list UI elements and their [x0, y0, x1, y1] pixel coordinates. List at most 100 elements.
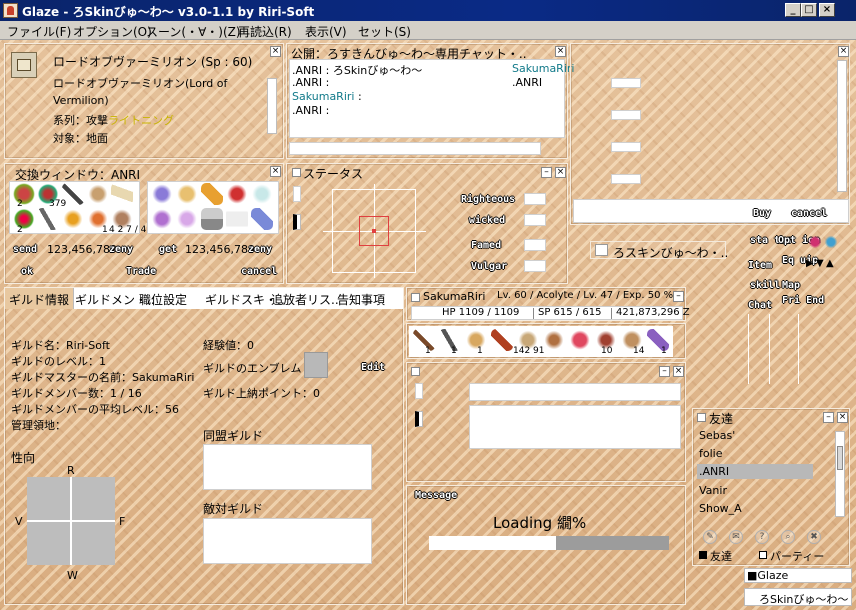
emotion-icon[interactable] [808, 234, 822, 250]
friend-item[interactable]: .ANRI [699, 465, 729, 478]
item-icon[interactable] [201, 208, 223, 230]
map-menu-button[interactable]: Map [782, 280, 800, 291]
friend-scrollbar[interactable] [835, 431, 845, 517]
gem-icon[interactable] [251, 183, 273, 205]
minimize-icon[interactable]: – [673, 291, 684, 302]
option-menu-button[interactable]: Opt ion [778, 236, 820, 246]
item-icon[interactable] [111, 183, 133, 205]
card-icon[interactable] [226, 208, 248, 230]
info-icon[interactable]: ? [755, 530, 769, 544]
item-icon[interactable] [251, 208, 273, 230]
trade-button[interactable]: Trade [126, 266, 156, 277]
buy-button[interactable]: Buy [753, 208, 771, 219]
shop-slot[interactable] [611, 174, 641, 184]
menu-reload[interactable]: 再読込(R) [238, 23, 292, 40]
shop-slot[interactable] [611, 78, 641, 88]
status-checkbox[interactable] [292, 168, 301, 177]
whisper-icon[interactable]: ✎ [703, 530, 717, 544]
equip-menu-button[interactable]: Eq uip [782, 256, 818, 266]
tab-party[interactable]: パーティー [770, 548, 824, 564]
close-icon[interactable]: × [838, 46, 849, 57]
item-icon[interactable] [176, 183, 198, 205]
delete-icon[interactable]: ✖ [807, 530, 821, 544]
menu-file[interactable]: ファイル(F) [7, 23, 71, 40]
party-tab-checkbox[interactable] [759, 551, 767, 559]
shop-slot[interactable] [611, 110, 641, 120]
friend-item[interactable]: Show_A [699, 502, 742, 515]
chat-menu-button[interactable]: Chat [748, 300, 772, 311]
mail-icon[interactable]: ✉ [729, 530, 743, 544]
gem-icon[interactable] [226, 183, 248, 205]
hotkey-slot-heal[interactable] [569, 329, 591, 351]
minimize-icon[interactable]: – [541, 167, 552, 178]
app-icon[interactable] [3, 3, 18, 18]
chatroom-balloon[interactable]: ろスキンびゅ～わ・.. [590, 241, 728, 260]
search-icon[interactable]: ⌕ [781, 530, 795, 544]
friend-item[interactable]: Vanir [699, 484, 727, 497]
close-icon: × [822, 4, 832, 15]
guild-name: ギルド名：Riri-Soft [11, 339, 110, 352]
friend-item[interactable]: Sebas' [699, 429, 735, 442]
hotkey-slot[interactable] [543, 329, 565, 351]
tab-friend[interactable]: 友達 [710, 548, 732, 564]
item-icon[interactable] [201, 183, 223, 205]
ok-button[interactable]: ok [21, 266, 33, 277]
close-icon[interactable]: × [555, 46, 566, 57]
char-window-checkbox[interactable] [411, 293, 420, 302]
scroll-thumb[interactable] [837, 446, 843, 470]
close-icon[interactable]: × [555, 167, 566, 178]
tab-notice[interactable]: 告知事項 [333, 288, 389, 309]
hotkey-slot[interactable] [465, 329, 487, 351]
tab-guild-info[interactable]: ギルド情報 [5, 288, 75, 309]
menu-set[interactable]: セット(S) [358, 23, 411, 40]
item-icon[interactable] [151, 183, 173, 205]
close-button[interactable]: × [819, 3, 835, 17]
item-menu-button[interactable]: Item [748, 260, 772, 271]
friend-window-checkbox[interactable] [697, 413, 706, 422]
minimize-button[interactable]: _ [785, 3, 801, 17]
item-icon[interactable] [37, 208, 59, 230]
hotkey-slot[interactable] [491, 329, 513, 351]
minimize-icon[interactable]: – [823, 412, 834, 423]
item-count: 379 [49, 199, 67, 209]
arrow-down-icon[interactable]: ▼ [816, 258, 824, 269]
close-icon[interactable]: × [673, 366, 684, 377]
status-menu-button[interactable]: sta tus [750, 236, 792, 246]
guild-exp: 経験値：0 [203, 339, 254, 352]
tab-position[interactable]: 職位設定 [135, 288, 191, 309]
emotion-icon[interactable] [824, 234, 838, 250]
taskbar-item-glaze[interactable]: ■Glaze [744, 568, 852, 583]
taskbar-item-chatroom[interactable]: ろSkinびゅ～わ～ [744, 588, 852, 606]
shop-scrollbar[interactable] [837, 60, 847, 192]
close-icon[interactable]: × [270, 46, 281, 57]
arrow-up-icon[interactable]: ▲ [826, 258, 834, 269]
chat-input[interactable] [289, 142, 541, 155]
character-info: Lv. 60 / Acolyte / Lv. 47 / Exp. 50 % [497, 290, 674, 301]
menu-view[interactable]: 表示(V) [305, 23, 347, 40]
close-icon[interactable]: × [837, 412, 848, 423]
skill-scrollbar[interactable] [267, 78, 277, 134]
hotkey-slot[interactable] [439, 329, 461, 351]
maximize-button[interactable]: □ [801, 3, 817, 17]
window-checkbox[interactable] [411, 367, 420, 376]
shop-slot[interactable] [611, 142, 641, 152]
menu-option[interactable]: オプション(O) [73, 23, 152, 40]
gem-icon[interactable] [176, 208, 198, 230]
hotkey-slot[interactable] [413, 329, 435, 351]
gem-icon[interactable] [151, 208, 173, 230]
guild-avg-level: ギルドメンバーの平均レベル：56 [11, 403, 179, 416]
arrow-right-icon[interactable]: ▶ [806, 258, 814, 269]
close-icon[interactable]: × [270, 166, 281, 177]
menu-zoom[interactable]: スーン(・∀・)(Z) [146, 23, 241, 40]
edit-emblem-button[interactable]: Edit [361, 362, 385, 373]
item-icon[interactable] [87, 183, 109, 205]
friend-tab-checkbox[interactable] [699, 551, 707, 559]
trade-cancel-button[interactable]: cancel [241, 266, 277, 277]
skill-menu-button[interactable]: skill [750, 280, 780, 291]
friend-menu-button[interactable]: Fri End [782, 296, 824, 306]
item-icon[interactable] [62, 208, 84, 230]
minimize-icon[interactable]: – [659, 366, 670, 377]
tab-expelled[interactable]: 追放者リス.. [267, 288, 343, 309]
shop-cancel-button[interactable]: cancel [791, 208, 827, 219]
friend-item[interactable]: folie [699, 447, 722, 460]
